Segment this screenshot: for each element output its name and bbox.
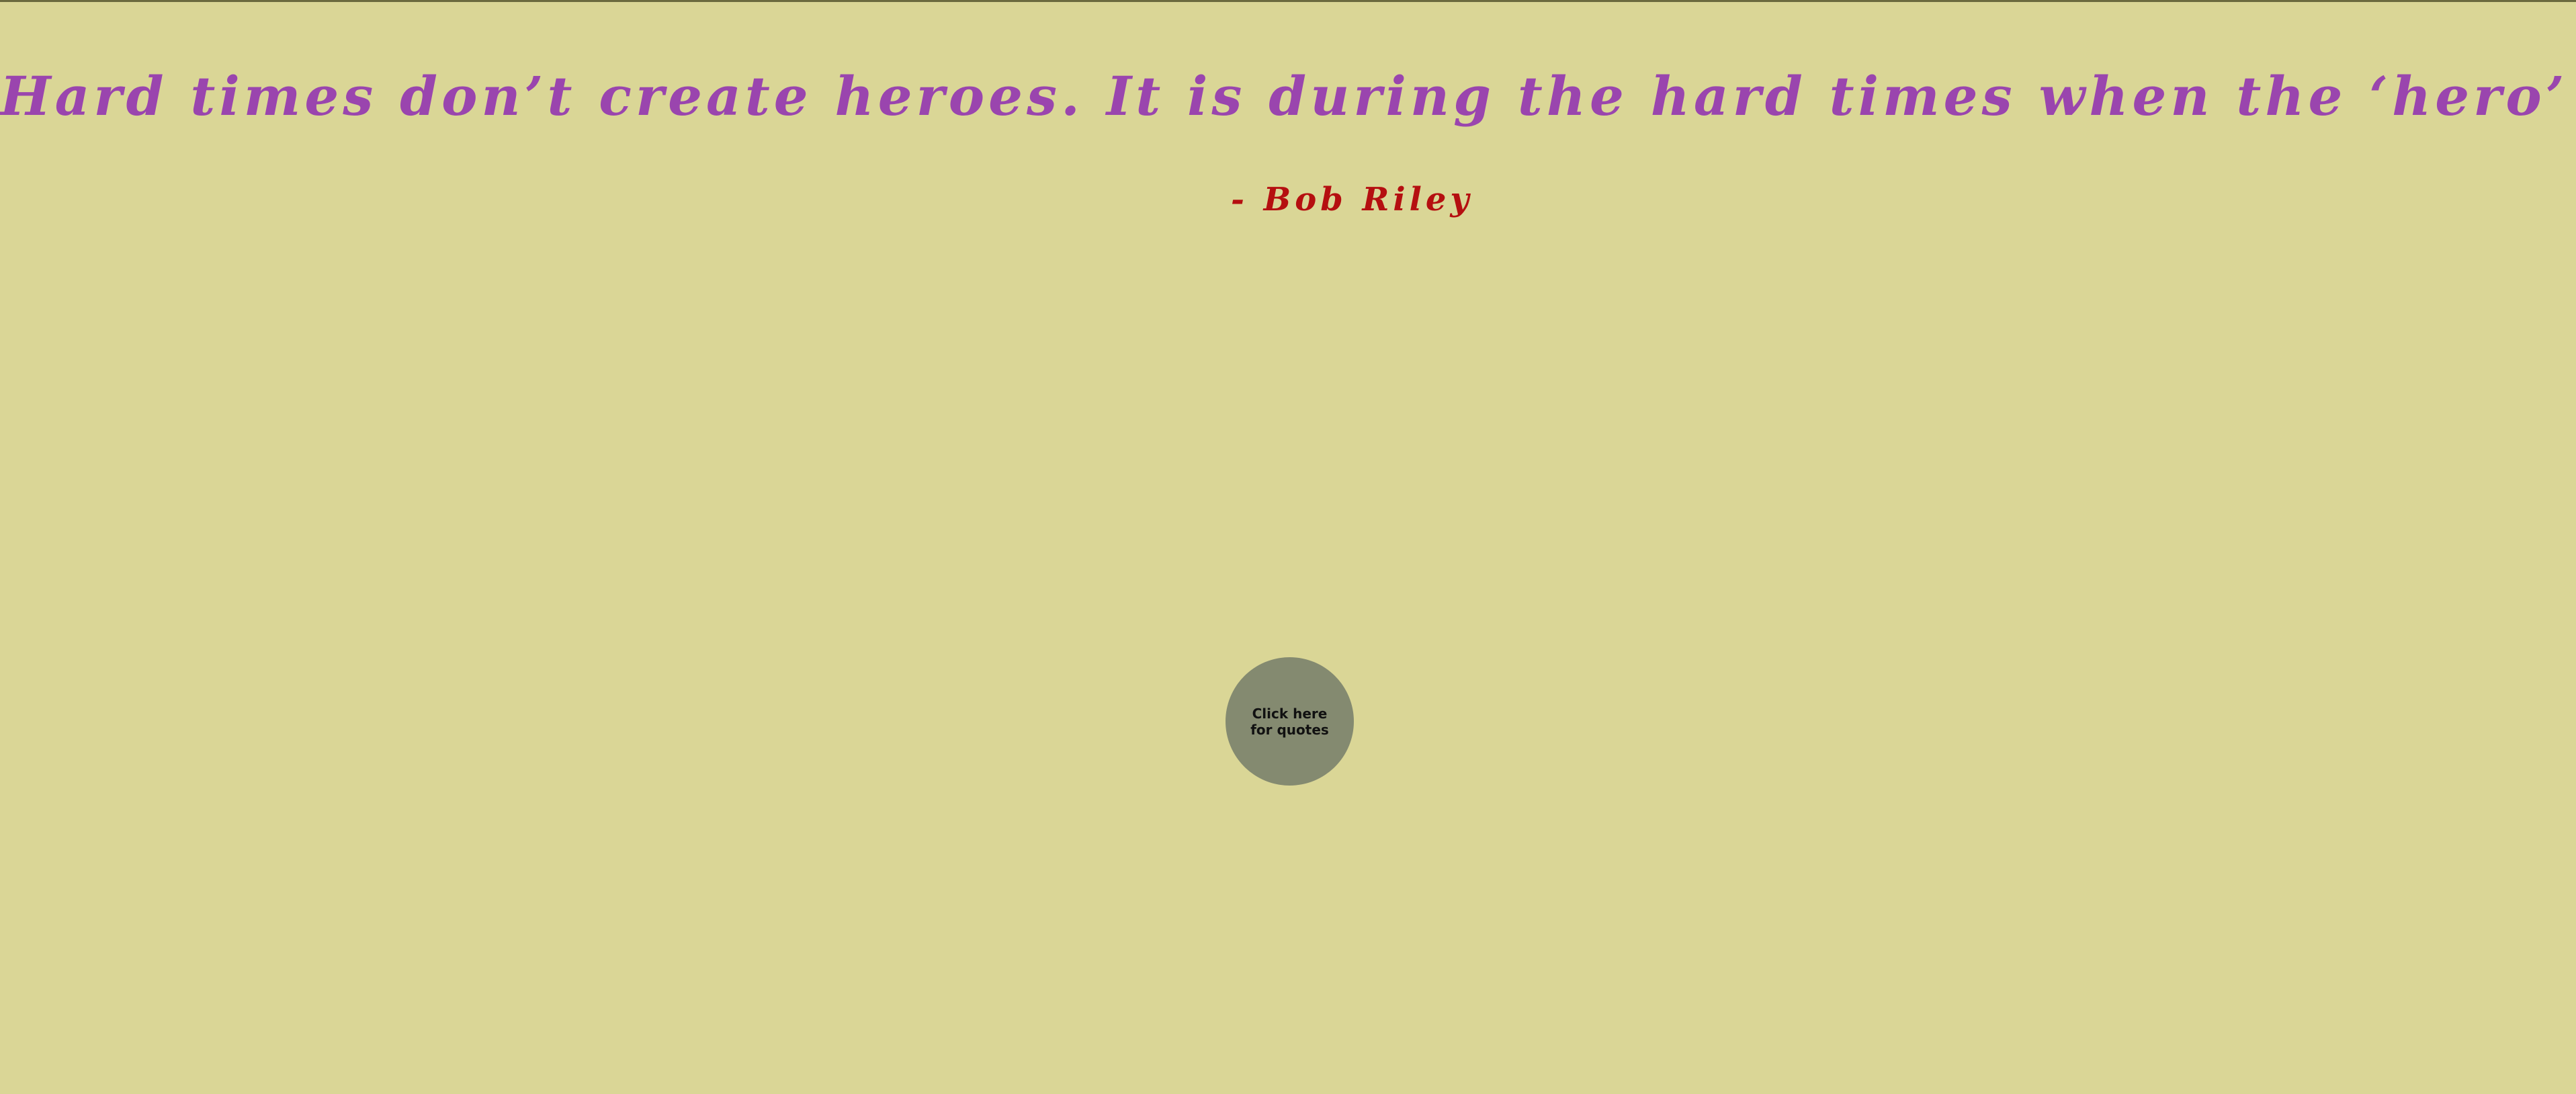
quote-author: - Bob Riley — [1231, 181, 1473, 218]
quote-text: Hard times don’t create heroes. It is du… — [0, 65, 2576, 128]
quote-page: Hard times don’t create heroes. It is du… — [0, 0, 2576, 1094]
quotes-button-label: Click here for quotes — [1250, 705, 1329, 738]
quotes-button[interactable]: Click here for quotes — [1226, 657, 1354, 786]
